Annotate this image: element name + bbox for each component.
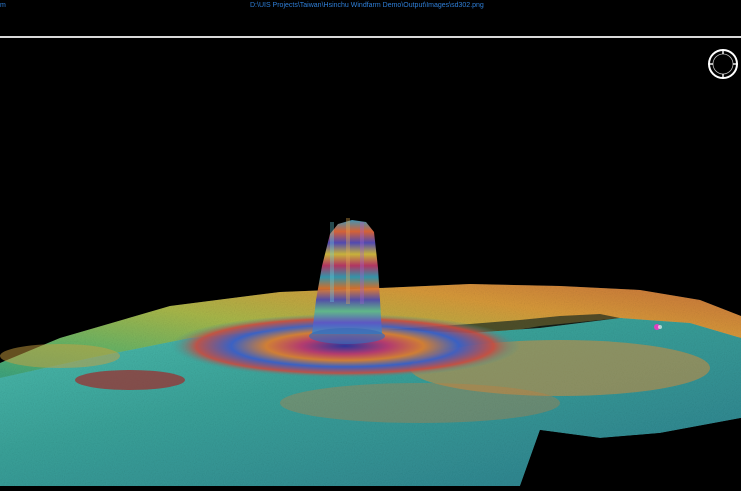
title-left-fragment: m (0, 2, 6, 9)
3d-viewport[interactable] (0, 38, 741, 486)
compass-rose-icon (708, 49, 738, 79)
seabed-depression-left (75, 370, 185, 390)
navigation-compass[interactable] (706, 47, 740, 81)
seabed-ridge-left (0, 344, 120, 368)
point-cloud-render (0, 218, 741, 486)
title-bar: m D:\UIS Projects\Taiwan\Hsinchu Windfar… (0, 0, 741, 14)
seabed-warm-band (280, 383, 560, 423)
monopile-structure (309, 218, 385, 344)
file-path-title: D:\UIS Projects\Taiwan\Hsinchu Windfarm … (250, 2, 484, 9)
